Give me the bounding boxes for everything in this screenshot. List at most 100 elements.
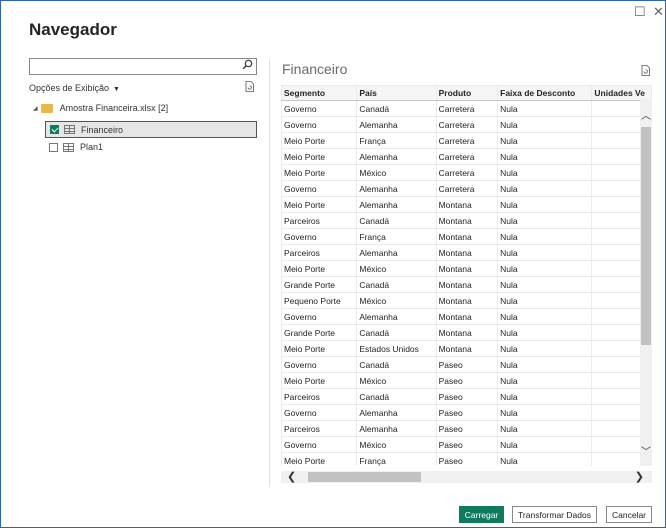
transform-data-button[interactable]: Transformar Dados [512, 506, 597, 523]
pane-divider[interactable] [269, 59, 270, 487]
table-cell: Estados Unidos [356, 340, 437, 357]
table-cell: França [356, 452, 437, 466]
checkbox-plan1[interactable] [49, 142, 58, 152]
table-cell: México [356, 164, 437, 181]
table-cell: Alemanha [356, 404, 437, 421]
maximize-button[interactable]: ☐ [634, 5, 646, 19]
table-cell: Paseo [435, 436, 499, 453]
table-cell: Nula [497, 388, 593, 405]
table-cell: Paseo [435, 420, 499, 437]
table-cell: Paseo [435, 388, 499, 405]
refresh-icon[interactable] [641, 65, 650, 76]
table-cell: Montana [435, 196, 499, 213]
column-header[interactable]: Segmento [281, 85, 358, 101]
column-header[interactable]: Produto [435, 85, 499, 101]
table-cell: Carretera [435, 100, 499, 117]
table-row: Governo Alemanha Paseo Nula [281, 404, 652, 421]
chevron-up-icon[interactable]: ︿ [640, 107, 652, 122]
table-cell: Montana [435, 212, 499, 229]
table-row: Parceiros Canadá Paseo Nula [281, 388, 652, 405]
table-cell: Governo [281, 356, 358, 373]
table-cell: Parceiros [281, 244, 358, 261]
refresh-icon[interactable] [245, 81, 254, 92]
table-cell: México [356, 436, 437, 453]
table-cell: Meio Porte [281, 340, 358, 357]
table-cell: Nula [497, 260, 593, 277]
table-cell: Nula [497, 340, 593, 357]
table-cell: Grande Porte [281, 324, 358, 341]
table-cell: Grande Porte [281, 276, 358, 293]
table-cell: Governo [281, 100, 358, 117]
view-options-dropdown[interactable]: Opções de Exibição ▼ [29, 83, 120, 93]
table-cell: Alemanha [356, 196, 437, 213]
table-cell: Nula [497, 228, 593, 245]
table-row: Meio Porte França Paseo Nula [281, 452, 652, 466]
table-cell: Carretera [435, 148, 499, 165]
load-button[interactable]: Carregar [459, 506, 504, 523]
table-cell: Canadá [356, 276, 437, 293]
table-cell: Nula [497, 212, 593, 229]
table-cell: Nula [497, 116, 593, 133]
tree-item-financeiro[interactable]: Financeiro [45, 121, 257, 138]
table-cell: Canadá [356, 100, 437, 117]
table-cell: Montana [435, 244, 499, 261]
table-row: Parceiros Canadá Montana Nula [281, 212, 652, 229]
tree-item-plan1[interactable]: Plan1 [45, 139, 103, 155]
table-cell: Nula [497, 452, 593, 466]
dialog-title: Navegador [29, 20, 117, 39]
checkbox-financeiro[interactable] [50, 125, 59, 134]
table-cell: Nula [497, 372, 593, 389]
table-cell: Paseo [435, 372, 499, 389]
table-cell: Meio Porte [281, 372, 358, 389]
folder-icon [40, 103, 53, 113]
table-cell: Meio Porte [281, 196, 358, 213]
table-row: Meio Porte França Carretera Nula [281, 132, 652, 149]
table-cell: Meio Porte [281, 260, 358, 277]
close-button[interactable]: ✕ [653, 5, 664, 19]
scroll-thumb[interactable] [641, 127, 651, 345]
table-cell: Montana [435, 308, 499, 325]
table-cell: Pequeno Porte [281, 292, 358, 309]
table-header-row: Segmento País Produto Faixa de Desconto Unid… [281, 85, 652, 101]
table-cell: Montana [435, 340, 499, 357]
table-cell: Carretera [435, 180, 499, 197]
table-row: Governo Canadá Carretera Nula [281, 100, 652, 117]
column-header[interactable]: Faixa de Desconto [497, 85, 593, 101]
table-row: Governo Alemanha Montana Nula [281, 308, 652, 325]
table-cell: Governo [281, 436, 358, 453]
table-row: Governo Canadá Paseo Nula [281, 356, 652, 373]
chevron-down-icon[interactable]: ﹀ [640, 443, 652, 458]
table-cell: Nula [497, 244, 593, 261]
table-cell: Nula [497, 132, 593, 149]
chevron-left-icon[interactable]: ❮ [287, 470, 296, 483]
table-cell: Canadá [356, 356, 437, 373]
preview-table[interactable]: Segmento País Produto Faixa de Desconto Unid… [281, 85, 652, 466]
column-header[interactable]: País [356, 85, 437, 101]
cancel-button[interactable]: Cancelar [606, 506, 652, 523]
table-row: Grande Porte Canadá Montana Nula [281, 324, 652, 341]
vertical-scrollbar[interactable]: ︿ ﹀ [640, 99, 652, 466]
table-cell: México [356, 292, 437, 309]
table-row: Meio Porte México Carretera Nula [281, 164, 652, 181]
search-input[interactable] [29, 58, 257, 75]
scroll-thumb[interactable] [308, 472, 421, 482]
chevron-right-icon[interactable]: ❯ [635, 470, 644, 483]
preview-title: Financeiro [282, 61, 348, 77]
table-icon [64, 125, 75, 134]
table-cell: França [356, 132, 437, 149]
table-row: Meio Porte Estados Unidos Montana Nula [281, 340, 652, 357]
search-icon[interactable] [242, 59, 253, 73]
expand-arrow-icon[interactable]: ◢ [33, 105, 38, 112]
horizontal-scrollbar[interactable]: ❮ ❯ [281, 471, 652, 483]
view-options-label: Opções de Exibição [29, 83, 110, 93]
tree-root-label: Amostra Financeira.xlsx [2] [59, 103, 169, 113]
table-cell: Alemanha [356, 308, 437, 325]
table-cell: Meio Porte [281, 164, 358, 181]
table-cell: Governo [281, 404, 358, 421]
table-cell: Nula [497, 292, 593, 309]
chevron-down-icon: ▼ [113, 86, 120, 93]
tree-root-workbook[interactable]: ◢ Amostra Financeira.xlsx [2] [33, 103, 168, 113]
table-icon [63, 142, 74, 152]
table-cell: Carretera [435, 132, 499, 149]
table-cell: Parceiros [281, 388, 358, 405]
